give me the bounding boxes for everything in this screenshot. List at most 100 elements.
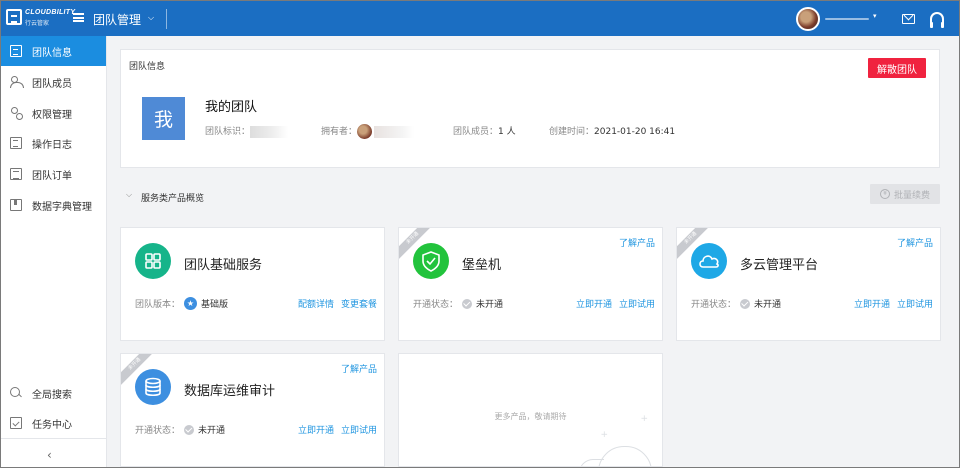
user-menu-chevron-icon[interactable]: ▾ — [873, 12, 877, 20]
top-bar: CLOUDBILITY 行云管家 团队管理 ⌵ ▾ — [1, 1, 959, 36]
logo-subtext: 行云管家 — [25, 20, 50, 27]
status-label: 开通状态： — [413, 300, 459, 310]
product-name: 数据库运维审计 — [184, 384, 276, 399]
status-value: 未开通 — [476, 300, 504, 310]
chevron-down-icon[interactable]: ⌵ — [148, 13, 154, 23]
batch-renew-button[interactable]: ¥ 批量续费 — [870, 184, 940, 204]
version-row: 团队版本： ★ 基础版 — [135, 297, 228, 310]
sidebar-item-team-members[interactable]: 团队成员 — [1, 67, 106, 97]
sidebar-item-label: 权限管理 — [32, 109, 72, 121]
sparkle-icon: + — [600, 430, 608, 440]
username-redacted[interactable] — [825, 18, 869, 20]
overview-title[interactable]: 服务类产品概览 — [141, 191, 204, 204]
user-avatar[interactable] — [796, 7, 820, 31]
try-now-link[interactable]: 立即试用 — [619, 300, 655, 310]
sidebar-item-label: 数据字典管理 — [32, 201, 92, 213]
sidebar-item-permissions[interactable]: 权限管理 — [1, 98, 106, 128]
collapse-sidebar-icon[interactable]: ‹ — [47, 448, 52, 462]
sidebar-item-team-orders[interactable]: 团队订单 — [1, 159, 106, 189]
change-plan-link[interactable]: 变更套餐 — [341, 300, 377, 310]
members-value: 1 人 — [498, 127, 516, 137]
activate-now-link[interactable]: 立即开通 — [298, 426, 334, 436]
created-value: 2021-01-20 16:41 — [594, 127, 676, 137]
created-time-field: 创建时间：2021-01-20 16:41 — [549, 124, 675, 137]
more-products-card: 更多产品，敬请期待 + + — [398, 353, 663, 467]
database-icon — [135, 369, 171, 405]
users-icon — [10, 76, 24, 88]
star-icon: ★ — [184, 297, 198, 310]
sidebar-item-global-search[interactable]: 全局搜索 — [1, 378, 106, 408]
app-frame: CLOUDBILITY 行云管家 团队管理 ⌵ ▾ 团队信息 团队成员 权限管理… — [0, 0, 960, 468]
members-label: 团队成员： — [453, 127, 499, 137]
status-label: 开通状态： — [691, 300, 737, 310]
version-label: 团队版本： — [135, 300, 181, 310]
search-icon — [10, 387, 22, 399]
dissolve-team-button[interactable]: 解散团队 — [868, 58, 926, 78]
topbar-divider — [166, 9, 167, 29]
task-check-icon — [10, 417, 22, 429]
card-actions: 立即开通 立即试用 — [576, 297, 655, 310]
grid-apps-icon — [135, 243, 171, 279]
sidebar-item-task-center[interactable]: 任务中心 — [1, 408, 106, 438]
logo-icon — [6, 9, 22, 25]
document-icon — [10, 45, 22, 57]
status-row: 开通状态： 未开通 — [135, 423, 225, 436]
activate-now-link[interactable]: 立即开通 — [576, 300, 612, 310]
status-value: 未开通 — [754, 300, 782, 310]
sidebar-item-label: 团队成员 — [32, 78, 72, 90]
team-id-label: 团队标识： — [205, 127, 251, 137]
card-actions: 立即开通 立即试用 — [298, 423, 377, 436]
sidebar: 团队信息 团队成员 权限管理 操作日志 团队订单 数据字典管理 全局搜索 任务中… — [1, 36, 107, 467]
collapse-chevron-icon[interactable]: ⌵ — [126, 190, 132, 200]
menu-icon[interactable] — [73, 13, 84, 22]
card-actions: 立即开通 立即试用 — [854, 297, 933, 310]
brand-logo[interactable]: CLOUDBILITY 行云管家 — [6, 9, 75, 31]
check-circle-icon — [462, 298, 473, 309]
learn-product-link[interactable]: 了解产品 — [619, 236, 655, 249]
product-name: 堡垒机 — [462, 258, 502, 273]
team-name: 我的团队 — [205, 100, 258, 115]
team-info-card: 团队信息 解散团队 我 我的团队 团队标识： 拥有者： 团队成员：1 人 创建时… — [120, 49, 940, 168]
team-avatar: 我 — [142, 97, 185, 140]
status-label: 开通状态： — [135, 426, 181, 436]
learn-product-link[interactable]: 了解产品 — [897, 236, 933, 249]
sidebar-item-team-info[interactable]: 团队信息 — [1, 36, 106, 66]
log-icon — [10, 137, 22, 149]
owner-name-redacted — [374, 125, 415, 138]
mail-icon[interactable] — [902, 14, 915, 24]
learn-product-link[interactable]: 了解产品 — [341, 362, 377, 375]
sidebar-item-label: 团队订单 — [32, 170, 72, 182]
product-card-bastion: 未开通 了解产品 堡垒机 开通状态： 未开通 立即开通 立即试用 — [398, 227, 663, 341]
user-key-icon — [10, 107, 23, 120]
shield-icon — [413, 243, 449, 279]
team-id-field: 团队标识： — [205, 124, 289, 138]
logo-text: CLOUDBILITY — [25, 9, 76, 16]
try-now-link[interactable]: 立即试用 — [341, 426, 377, 436]
check-circle-icon — [740, 298, 751, 309]
activate-now-link[interactable]: 立即开通 — [854, 300, 890, 310]
check-circle-icon — [184, 424, 195, 435]
sidebar-item-label: 团队信息 — [32, 47, 72, 59]
batch-renew-label: 批量续费 — [893, 190, 930, 201]
owner-label: 拥有者： — [321, 127, 358, 137]
cloud-illustration-icon — [579, 446, 652, 466]
created-label: 创建时间： — [549, 127, 595, 137]
team-id-redacted — [250, 125, 289, 138]
try-now-link[interactable]: 立即试用 — [897, 300, 933, 310]
sidebar-divider — [1, 438, 106, 439]
sidebar-item-label: 任务中心 — [32, 419, 72, 431]
headset-icon[interactable] — [930, 12, 944, 28]
status-row: 开通状态： 未开通 — [691, 297, 781, 310]
product-card-db-audit: 未开通 了解产品 数据库运维审计 开通状态： 未开通 立即开通 立即试用 — [120, 353, 385, 467]
status-value: 未开通 — [198, 426, 226, 436]
owner-field: 拥有者： — [321, 124, 415, 139]
sidebar-item-data-dictionary[interactable]: 数据字典管理 — [1, 190, 106, 220]
module-title[interactable]: 团队管理 — [93, 11, 141, 28]
sidebar-item-label: 操作日志 — [32, 139, 72, 151]
overview-header: ⌵ 服务类产品概览 ¥ 批量续费 — [120, 184, 940, 206]
quota-details-link[interactable]: 配额详情 — [298, 300, 334, 310]
owner-avatar — [357, 124, 373, 139]
bookmark-book-icon — [10, 199, 22, 211]
card-actions: 配额详情 变更套餐 — [298, 297, 377, 310]
sidebar-item-operation-log[interactable]: 操作日志 — [1, 128, 106, 158]
